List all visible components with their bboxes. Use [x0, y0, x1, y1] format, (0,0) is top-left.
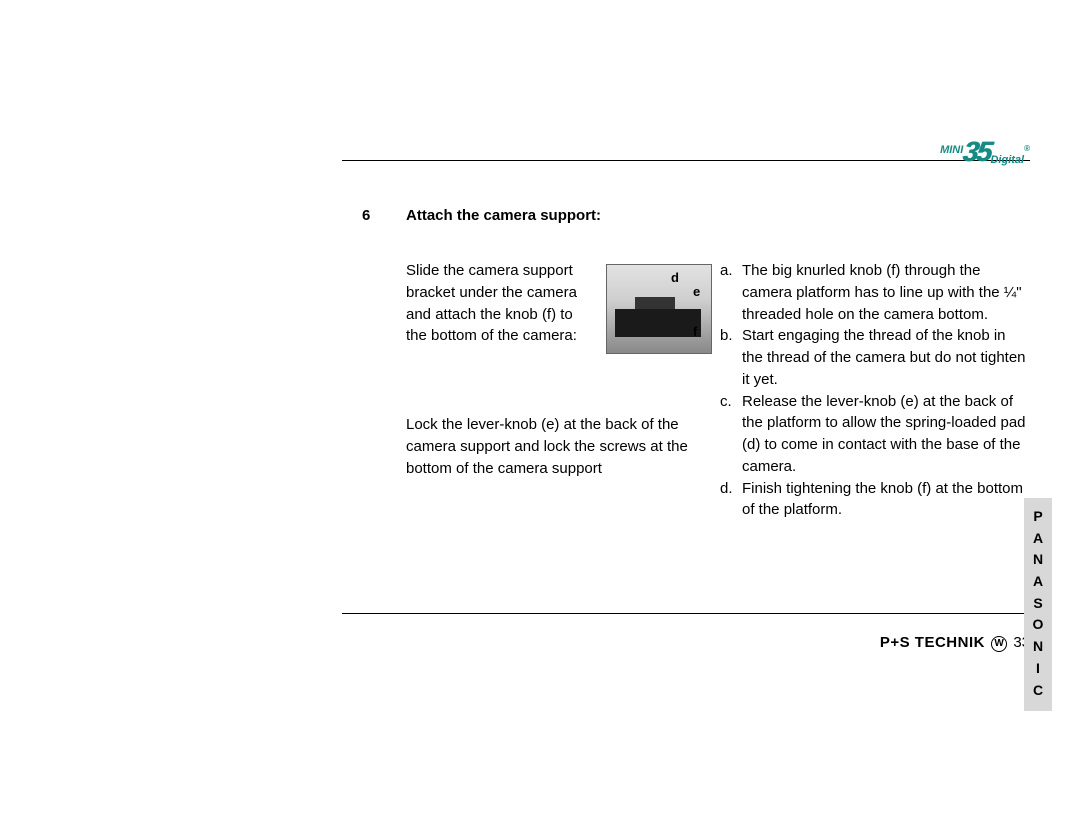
left-paragraph-2: Lock the lever-knob (e) at the back of t… — [406, 364, 712, 479]
right-column: a. The big knurled knob (f) through the … — [720, 260, 1030, 521]
figure-label-f: f — [693, 323, 697, 342]
manual-page: MINI35Digital® 6 Attach the camera suppo… — [342, 160, 1030, 652]
logo-35: 35 — [961, 136, 993, 168]
header-logo: MINI35Digital® — [940, 136, 1030, 168]
side-tab-letter: P — [1024, 506, 1052, 528]
side-tab-letter: C — [1024, 680, 1052, 702]
side-tab-letter: N — [1024, 549, 1052, 571]
side-tab-letter: A — [1024, 571, 1052, 593]
figure-camera-support: d e f — [606, 264, 712, 354]
logo-digital: Digital — [990, 154, 1024, 166]
side-tab-letter: N — [1024, 636, 1052, 658]
footer: P+S TECHNIK W 33 — [342, 634, 1030, 652]
list-text: Release the lever-knob (e) at the back o… — [742, 391, 1030, 478]
list-marker: a. — [720, 260, 742, 325]
left-paragraph-1: Slide the camera support bracket under t… — [406, 262, 577, 344]
list-item: a. The big knurled knob (f) through the … — [720, 260, 1030, 325]
side-tab-letter: A — [1024, 528, 1052, 550]
figure-shape — [615, 309, 701, 337]
logo-mini: MINI — [940, 144, 963, 156]
list-text: Finish tightening the knob (f) at the bo… — [742, 478, 1030, 522]
list-marker: d. — [720, 478, 742, 522]
list-item: b. Start engaging the thread of the knob… — [720, 325, 1030, 390]
left-column: d e f Slide the camera support bracket u… — [342, 260, 712, 521]
side-tab-letter: O — [1024, 614, 1052, 636]
list-text: The big knurled knob (f) through the cam… — [742, 260, 1030, 325]
side-tab-letter: S — [1024, 593, 1052, 615]
side-tab-panasonic: P A N A S O N I C — [1024, 498, 1052, 711]
list-marker: b. — [720, 325, 742, 390]
footer-rule — [342, 613, 1030, 614]
list-item: c. Release the lever-knob (e) at the bac… — [720, 391, 1030, 478]
footer-brand: P+S TECHNIK — [880, 634, 985, 651]
step-number: 6 — [342, 207, 406, 224]
list-item: d. Finish tightening the knob (f) at the… — [720, 478, 1030, 522]
side-tab-letter: I — [1024, 658, 1052, 680]
header-rule — [342, 160, 1030, 161]
figure-label-d: d — [671, 269, 679, 288]
columns: d e f Slide the camera support bracket u… — [342, 260, 1030, 521]
figure-label-e: e — [693, 283, 700, 302]
list-marker: c. — [720, 391, 742, 478]
list-text: Start engaging the thread of the knob in… — [742, 325, 1030, 390]
instruction-list: a. The big knurled knob (f) through the … — [720, 260, 1030, 521]
step-title: Attach the camera support: — [406, 207, 601, 224]
step-heading: 6 Attach the camera support: — [342, 207, 1030, 224]
footer-w-icon: W — [991, 636, 1007, 652]
logo-registered: ® — [1024, 144, 1030, 153]
content-area: 6 Attach the camera support: d e f Slide… — [342, 207, 1030, 521]
